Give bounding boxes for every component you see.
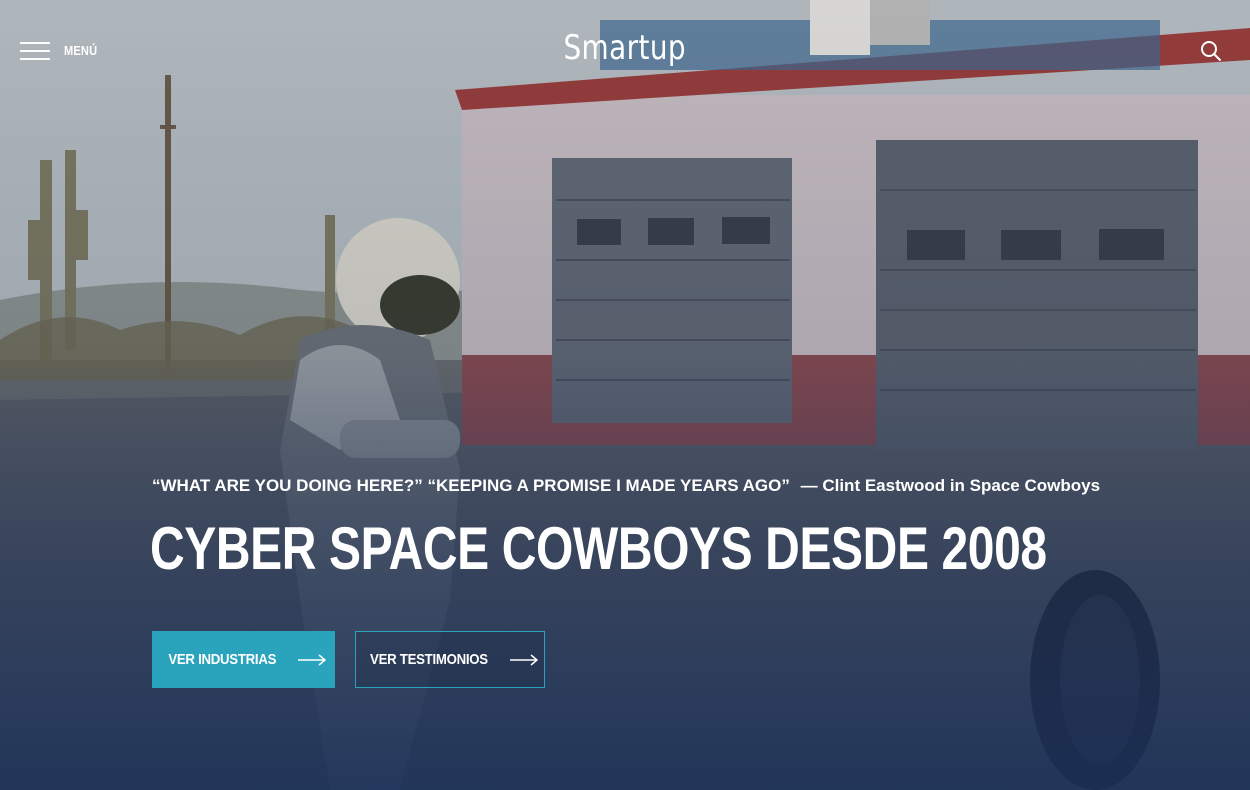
hero-section: MENÚ Smartup “WHAT ARE YOU DOING HERE?” … xyxy=(0,0,1250,790)
ver-industrias-label: VER INDUSTRIAS xyxy=(168,651,277,668)
search-icon xyxy=(1201,41,1221,61)
ver-testimonios-button[interactable]: VER TESTIMONIOS xyxy=(355,631,545,688)
search-button[interactable] xyxy=(1200,40,1222,62)
ver-industrias-button[interactable]: VER INDUSTRIAS xyxy=(152,631,335,688)
quote-text: “WHAT ARE YOU DOING HERE?” “KEEPING A PR… xyxy=(152,476,790,495)
ver-testimonios-label: VER TESTIMONIOS xyxy=(370,651,488,668)
arrow-right-icon xyxy=(509,653,538,666)
hero-headline: CYBER SPACE COWBOYS DESDE 2008 xyxy=(150,515,1047,582)
logo-text: Smartup xyxy=(563,28,687,68)
quote-author: — Clint Eastwood in Space Cowboys xyxy=(800,476,1101,495)
site-logo[interactable]: Smartup xyxy=(0,28,1250,68)
arrow-right-icon xyxy=(297,653,326,666)
hero-quote: “WHAT ARE YOU DOING HERE?” “KEEPING A PR… xyxy=(152,476,1100,496)
site-header: MENÚ Smartup xyxy=(0,0,1250,100)
